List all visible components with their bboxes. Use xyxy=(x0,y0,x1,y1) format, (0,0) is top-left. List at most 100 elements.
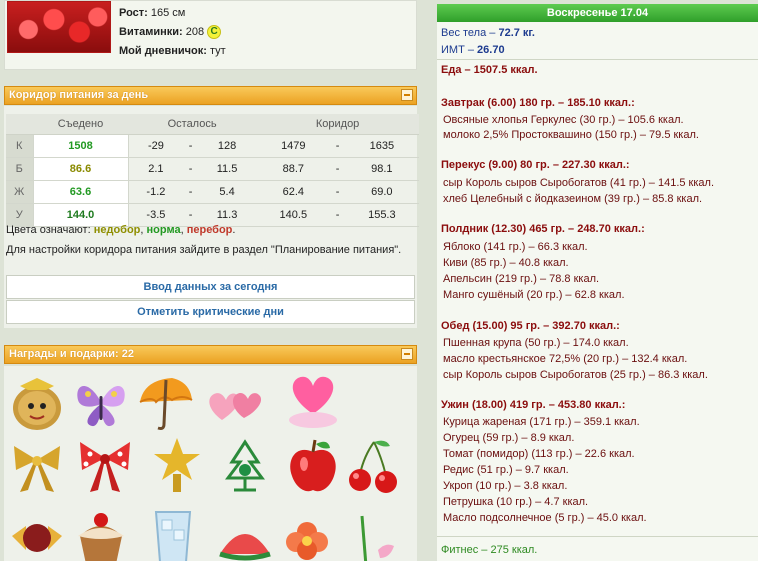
color-legend-prefix: Цвета означают: xyxy=(6,224,91,236)
table-row: Ж 63.6 -1.2 - 5.4 62.4 - 69.0 xyxy=(6,180,419,204)
star-topper-gift-icon[interactable] xyxy=(146,434,208,496)
color-legend: Цвета означают: недобор, норма, перебор. xyxy=(6,224,236,236)
diary-link[interactable]: тут xyxy=(210,45,226,57)
day-log: Вес тела – 72.7 кг. ИМТ – 26.70 Еда – 15… xyxy=(437,22,758,561)
dash: - xyxy=(183,203,198,227)
meal-title: Завтрак (6.00) 180 гр. – 185.10 ккал.: xyxy=(441,97,635,109)
meal-item: сыр Король сыров Сыробогатов (41 гр.) – … xyxy=(443,177,715,189)
meal-item: Укроп (10 гр.) – 3.8 ккал. xyxy=(443,480,568,492)
color-norm: норма xyxy=(146,224,181,236)
apple-gift-icon[interactable] xyxy=(282,436,344,498)
dash: - xyxy=(183,134,198,158)
corridor-title: Коридор питания за день xyxy=(9,89,149,101)
left-min: -1.2 xyxy=(128,180,184,204)
profile-card: Рост: 165 см Витаминки: 208 C Мой дневни… xyxy=(4,0,417,70)
umbrella-gift-icon[interactable] xyxy=(134,372,196,434)
row-label: К xyxy=(6,134,33,158)
divider xyxy=(437,536,758,537)
range-max: 155.3 xyxy=(344,203,419,227)
gifts-panel-header: Награды и подарки: 22 xyxy=(4,345,417,364)
dash: - xyxy=(330,157,345,181)
weight-line: Вес тела – 72.7 кг. xyxy=(441,27,535,39)
left-max: 11.3 xyxy=(197,203,257,227)
golden-bow-gift-icon[interactable] xyxy=(6,436,68,498)
bmi-label: ИМТ xyxy=(441,44,465,56)
meal-item: Овсяные хлопья Геркулес (30 гр.) – 105.6… xyxy=(443,114,684,126)
meal-title: Полдник (12.30) 465 гр. – 248.70 ккал.: xyxy=(441,223,645,235)
left-min: 2.1 xyxy=(128,157,184,181)
meal-title: Перекус (9.00) 80 гр. – 227.30 ккал.: xyxy=(441,159,630,171)
color-under: недобор xyxy=(93,224,141,236)
col-corridor: Коридор xyxy=(256,114,419,135)
dash: - xyxy=(330,180,345,204)
corridor-table: Съедено Осталось Коридор К 1508 -29 - 12… xyxy=(6,114,419,227)
meal-item: Томат (помидор) (113 гр.) – 22.6 ккал. xyxy=(443,448,635,460)
food-total: Еда – 1507.5 ккал. xyxy=(441,64,538,76)
straw-doll-gift-icon[interactable] xyxy=(6,372,68,434)
row-label: Ж xyxy=(6,180,33,204)
meal-item: Апельсин (219 гр.) – 78.8 ккал. xyxy=(443,273,600,285)
heart-cloud-gift-icon[interactable] xyxy=(282,370,344,432)
polka-bow-gift-icon[interactable] xyxy=(74,434,136,496)
range-max: 1635 xyxy=(344,134,419,158)
table-row: К 1508 -29 - 128 1479 - 1635 xyxy=(6,134,419,158)
gifts-grid xyxy=(4,366,417,561)
input-data-button[interactable]: Ввод данных за сегодня xyxy=(6,275,415,299)
meal-item: Яблоко (141 гр.) – 66.3 ккал. xyxy=(443,241,588,253)
collapse-icon[interactable] xyxy=(401,348,413,360)
day-header: Воскресенье 17.04 xyxy=(437,4,758,22)
range-min: 88.7 xyxy=(256,157,331,181)
corner-cell xyxy=(6,114,33,135)
eaten-value: 1508 xyxy=(32,134,129,158)
butterfly-gift-icon[interactable] xyxy=(70,372,132,434)
meal-item: Редис (51 гр.) – 9.7 ккал. xyxy=(443,464,569,476)
height-label: Рост: xyxy=(119,7,148,19)
tulip-gift-icon[interactable] xyxy=(338,506,400,561)
bmi-line: ИМТ – 26.70 xyxy=(441,44,505,56)
collapse-icon[interactable] xyxy=(401,89,413,101)
meal-item: сыр Король сыров Сыробогатов (25 гр.) – … xyxy=(443,369,708,381)
avatar[interactable] xyxy=(7,1,111,53)
meal-title: Обед (15.00) 95 гр. – 392.70 ккал.: xyxy=(441,320,620,332)
eaten-value: 86.6 xyxy=(32,157,129,181)
eaten-value: 144.0 xyxy=(32,203,129,227)
ice-glass-gift-icon[interactable] xyxy=(142,504,204,561)
table-row: У 144.0 -3.5 - 11.3 140.5 - 155.3 xyxy=(6,203,419,227)
vitamin-c-icon: C xyxy=(207,25,222,40)
candy-gift-icon[interactable] xyxy=(6,506,68,561)
meal-item: Манго сушёный (20 гр.) – 62.8 ккал. xyxy=(443,289,625,301)
left-min: -3.5 xyxy=(128,203,184,227)
dash: - xyxy=(183,180,198,204)
row-label: Б xyxy=(6,157,33,181)
meal-item: Пшенная крупа (50 гр.) – 174.0 ккал. xyxy=(443,337,629,349)
dash: - xyxy=(183,157,198,181)
meal-item: молоко 2,5% Простоквашино (150 гр.) – 79… xyxy=(443,129,699,141)
meal-item: хлеб Целебный с йодказеином (39 гр.) – 8… xyxy=(443,193,703,205)
left-min: -29 xyxy=(128,134,184,158)
range-min: 1479 xyxy=(256,134,331,158)
col-eaten: Съедено xyxy=(33,114,128,135)
meal-item: Масло подсолнечное (5 гр.) – 45.0 ккал. xyxy=(443,512,647,524)
left-max: 5.4 xyxy=(197,180,257,204)
cherries-gift-icon[interactable] xyxy=(342,436,404,498)
two-hearts-gift-icon[interactable] xyxy=(204,372,266,434)
diary-label: Мой дневничок: xyxy=(119,45,207,57)
meal-item: Петрушка (10 гр.) – 4.7 ккал. xyxy=(443,496,589,508)
color-over: перебор xyxy=(186,224,233,236)
left-max: 11.5 xyxy=(197,157,257,181)
critical-days-button[interactable]: Отметить критические дни xyxy=(6,300,415,324)
cupcake-gift-icon[interactable] xyxy=(70,506,132,561)
vitamins-value: 208 xyxy=(185,26,205,38)
left-max: 128 xyxy=(197,134,257,158)
flower-gift-icon[interactable] xyxy=(276,510,338,561)
corridor-hint: Для настройки коридора питания зайдите в… xyxy=(6,244,402,256)
meal-item: Курица жареная (171 гр.) – 359.1 ккал. xyxy=(443,416,640,428)
range-max: 98.1 xyxy=(344,157,419,181)
fitness-line: Фитнес – 275 ккал. xyxy=(441,544,538,556)
watermelon-gift-icon[interactable] xyxy=(214,506,276,561)
meal-title: Ужин (18.00) 419 гр. – 453.80 ккал.: xyxy=(441,399,626,411)
weight-value: 72.7 кг. xyxy=(498,27,535,39)
christmas-tree-gift-icon[interactable] xyxy=(214,436,276,498)
dash: - xyxy=(330,203,345,227)
meal-item: Киви (85 гр.) – 40.8 ккал. xyxy=(443,257,569,269)
